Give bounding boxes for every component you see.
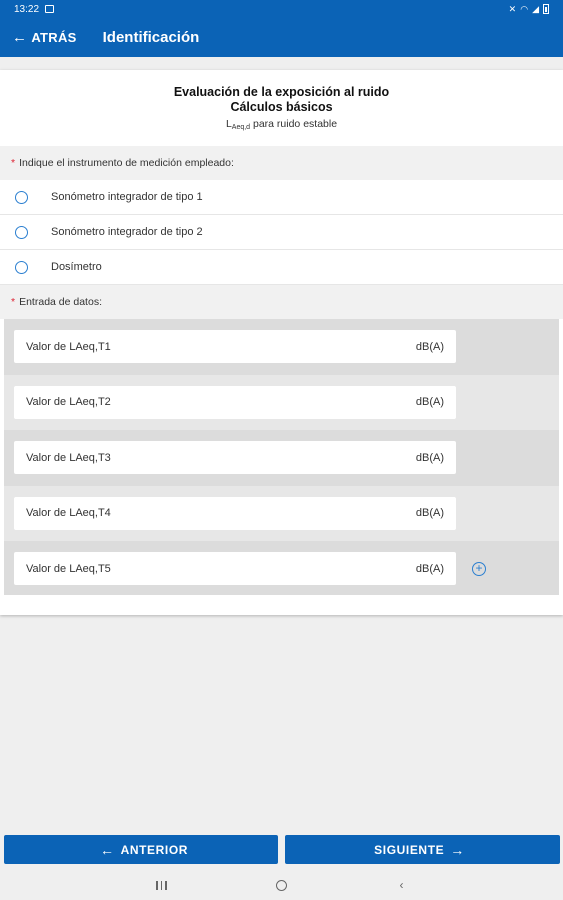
form-header: Evaluación de la exposición al ruido Cál… (0, 70, 563, 146)
mute-icon: ✕ (508, 3, 517, 14)
instrument-question: Indique el instrumento de medición emple… (19, 157, 234, 169)
input-label: Valor de LAeq,T3 (26, 451, 111, 464)
radio-label: Sonómetro integrador de tipo 1 (51, 191, 203, 203)
radio-button[interactable] (15, 260, 28, 274)
radio-label: Sonómetro integrador de tipo 2 (51, 226, 203, 238)
wifi-icon: ◠ (520, 3, 529, 14)
home-button[interactable] (272, 877, 292, 893)
required-mark: * (11, 296, 16, 308)
data-entry-label: Entrada de datos: (19, 296, 102, 308)
data-row-t3: Valor de LAeq,T3 dB(A) (4, 430, 559, 486)
input-unit: dB(A) (415, 396, 444, 408)
next-label: SIGUIENTE (374, 842, 445, 857)
back-label: ATRÁS (31, 30, 77, 45)
system-nav-bar: ‹ (0, 870, 563, 900)
arrow-left-icon: ← (12, 29, 28, 46)
signal-icon: ◢ (532, 3, 539, 14)
input-unit: dB(A) (415, 340, 444, 353)
previous-button[interactable]: ← ANTERIOR (4, 835, 278, 864)
data-row-t1: Valor de LAeq,T1 dB(A) (4, 319, 559, 375)
description-subscript: Aeq,d (231, 124, 251, 131)
input-unit: dB(A) (415, 507, 444, 519)
data-row-t2: Valor de LAeq,T2 dB(A) (4, 374, 559, 430)
description-text: para ruido estable (250, 118, 338, 130)
laeq-t3-input[interactable]: Valor de LAeq,T3 dB(A) (14, 441, 456, 474)
input-label: Valor de LAeq,T2 (26, 396, 111, 408)
status-icons: ✕ ◠ ◢ (509, 4, 549, 15)
input-label: Valor de LAeq,T1 (26, 340, 111, 353)
page-title: Identificación (102, 29, 200, 46)
arrow-right-icon: → (450, 841, 465, 858)
app-bar: ← ATRÁS Identificación (0, 18, 563, 57)
radio-label: Dosímetro (51, 261, 102, 273)
input-label: Valor de LAeq,T4 (26, 507, 111, 519)
arrow-left-icon: ← (99, 841, 115, 858)
plus-circle-icon[interactable]: + (472, 562, 486, 576)
radio-option-sonometro-tipo-1[interactable]: Sonómetro integrador de tipo 1 (0, 180, 563, 215)
gallery-icon (45, 5, 55, 13)
input-unit: dB(A) (415, 562, 444, 575)
status-time: 13:22 (14, 3, 40, 15)
form-card: Evaluación de la exposición al ruido Cál… (0, 70, 563, 615)
laeq-t5-input[interactable]: Valor de LAeq,T5 dB(A) (14, 552, 456, 585)
radio-button[interactable] (15, 190, 28, 204)
next-button[interactable]: SIGUIENTE → (285, 835, 560, 864)
form-title: Evaluación de la exposición al ruido (173, 85, 390, 99)
data-row-t4: Valor de LAeq,T4 dB(A) (4, 485, 559, 541)
instrument-section-label: * Indique el instrumento de medición emp… (0, 146, 563, 180)
back-nav-icon[interactable]: ‹ (392, 877, 412, 893)
input-unit: dB(A) (415, 451, 444, 464)
data-row-t5: Valor de LAeq,T5 dB(A) + (4, 541, 559, 597)
input-label: Valor de LAeq,T5 (26, 562, 111, 575)
status-bar: 13:22 ✕ ◠ ◢ (0, 0, 563, 18)
radio-option-sonometro-tipo-2[interactable]: Sonómetro integrador de tipo 2 (0, 215, 563, 250)
required-mark: * (11, 157, 16, 169)
back-button[interactable]: ← ATRÁS (0, 29, 77, 46)
form-subtitle: Cálculos básicos (230, 100, 333, 114)
laeq-t2-input[interactable]: Valor de LAeq,T2 dB(A) (14, 385, 456, 419)
radio-option-dosimetro[interactable]: Dosímetro (0, 250, 563, 285)
laeq-t1-input[interactable]: Valor de LAeq,T1 dB(A) (14, 330, 456, 363)
radio-button[interactable] (15, 225, 28, 239)
previous-label: ANTERIOR (120, 842, 189, 857)
laeq-t4-input[interactable]: Valor de LAeq,T4 dB(A) (14, 496, 456, 530)
battery-icon (543, 4, 549, 14)
data-entry-list: Valor de LAeq,T1 dB(A) Valor de LAeq,T2 … (4, 319, 559, 595)
recent-apps-icon[interactable] (152, 877, 172, 893)
form-description: LAeq,d para ruido estable (0, 118, 563, 131)
data-entry-section-label: * Entrada de datos: (0, 285, 563, 319)
home-icon (276, 879, 287, 891)
